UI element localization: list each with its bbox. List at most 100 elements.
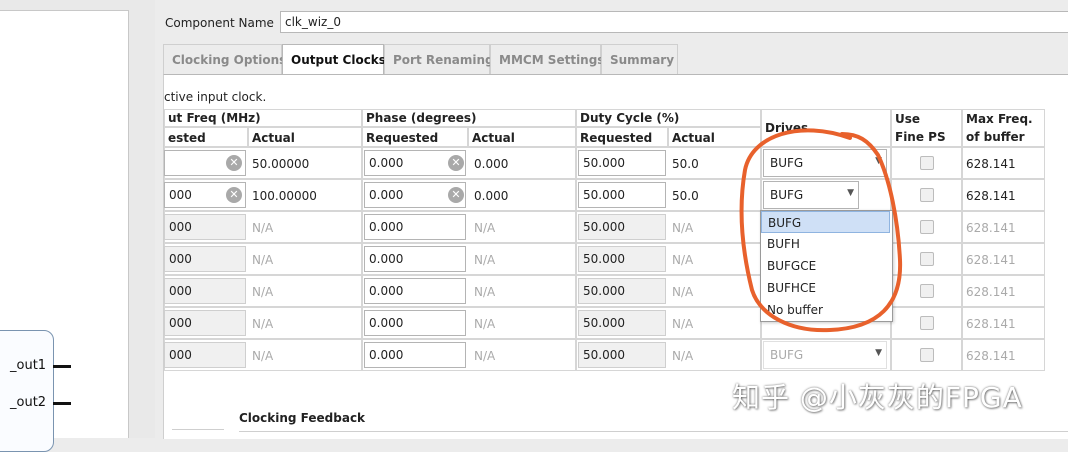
phase-actual-value: N/A — [474, 349, 496, 363]
tab-port-renaming[interactable]: Port Renaming — [384, 44, 494, 74]
use-fine-ps-checkbox[interactable] — [920, 188, 934, 202]
duty-actual-value: N/A — [672, 221, 694, 235]
duty-actual-value: N/A — [672, 317, 694, 331]
duty-actual-value: N/A — [672, 349, 694, 363]
freq-requested-input[interactable]: 000 — [164, 342, 246, 368]
dropdown-option-bufg[interactable]: BUFG — [761, 211, 890, 233]
header-of-buffer: of buffer — [966, 130, 1025, 144]
header-max-freq: Max Freq. — [966, 112, 1033, 126]
drives-select-value: BUFG — [770, 348, 804, 362]
drives-dropdown-list[interactable]: BUFG BUFH BUFGCE BUFHCE No buffer — [760, 210, 893, 322]
freq-actual-value: N/A — [252, 285, 274, 299]
use-fine-ps-checkbox[interactable] — [920, 284, 934, 298]
header-out-freq: ut Freq (MHz) — [168, 111, 261, 125]
dropdown-option-bufhce[interactable]: BUFHCE — [761, 277, 890, 299]
use-fine-ps-checkbox[interactable] — [920, 316, 934, 330]
dropdown-arrow-icon[interactable]: ▼ — [847, 188, 854, 198]
info-note: ctive input clock. — [164, 90, 267, 104]
header-use: Use — [895, 112, 921, 126]
dropdown-option-bufgce[interactable]: BUFGCE — [761, 255, 890, 277]
watermark-text: 知乎 @小灰灰的FPGA — [732, 381, 1023, 414]
subheader-phase-requested: Requested — [366, 131, 439, 145]
port-line-out1 — [53, 365, 71, 368]
clear-icon[interactable]: ✕ — [448, 155, 464, 171]
header-drives: Drives — [765, 121, 809, 135]
subheader-freq-actual: Actual — [252, 131, 295, 145]
port-label-out2: _out2 — [10, 395, 47, 410]
use-fine-ps-checkbox[interactable] — [920, 252, 934, 266]
header-phase: Phase (degrees) — [366, 111, 477, 125]
diagram-toolbar — [0, 10, 129, 42]
clocking-feedback-title: Clocking Feedback — [239, 411, 366, 425]
drives-select[interactable]: BUFG ▼ — [763, 341, 887, 369]
duty-requested-input[interactable]: 50.000 — [578, 278, 666, 304]
freq-requested-input[interactable]: 000 — [164, 278, 246, 304]
tab-clocking-options[interactable]: Clocking Options — [163, 44, 286, 74]
tab-mmcm-settings[interactable]: MMCM Settings — [490, 44, 604, 74]
subheader-duty-actual: Actual — [672, 131, 715, 145]
clear-icon[interactable]: ✕ — [448, 187, 464, 203]
tab-summary[interactable]: Summary — [601, 44, 678, 74]
tab-output-clocks[interactable]: Output Clocks — [282, 44, 386, 75]
component-name-input[interactable]: clk_wiz_0 — [280, 11, 1068, 33]
max-freq-value: 628.141 — [966, 253, 1016, 267]
freq-actual-value: 100.00000 — [252, 189, 317, 203]
duty-actual-value: 50.0 — [672, 189, 699, 203]
section-divider — [172, 429, 224, 430]
section-divider — [239, 431, 1068, 432]
duty-actual-value: 50.0 — [672, 157, 699, 171]
dropdown-arrow-icon[interactable]: ▼ — [875, 348, 882, 358]
clock-wizard-block[interactable] — [0, 330, 54, 452]
max-freq-value: 628.141 — [966, 285, 1016, 299]
duty-requested-input[interactable]: 50.000 — [578, 150, 666, 176]
freq-actual-value: 50.00000 — [252, 157, 310, 171]
subheader-phase-actual: Actual — [472, 131, 515, 145]
freq-requested-input[interactable]: 000 — [164, 310, 246, 336]
duty-requested-input[interactable]: 50.000 — [578, 246, 666, 272]
diagram-panel: _out1 _out2 — [0, 0, 155, 452]
phase-actual-value: N/A — [474, 221, 496, 235]
phase-requested-input[interactable]: 0.000 — [364, 342, 466, 368]
freq-actual-value: N/A — [252, 253, 274, 267]
clear-icon[interactable]: ✕ — [226, 155, 242, 171]
port-label-out1: _out1 — [10, 358, 47, 373]
drives-select-value: BUFG — [770, 188, 804, 202]
duty-requested-input[interactable]: 50.000 — [578, 310, 666, 336]
phase-requested-input[interactable]: 0.000 — [364, 310, 466, 336]
duty-requested-input[interactable]: 50.000 — [578, 342, 666, 368]
phase-actual-value: N/A — [474, 253, 496, 267]
phase-requested-input[interactable]: 0.000 — [364, 278, 466, 304]
phase-actual-value: N/A — [474, 317, 496, 331]
freq-requested-input[interactable]: 000 — [164, 246, 246, 272]
phase-actual-value: 0.000 — [474, 189, 509, 203]
header-fine-ps: Fine PS — [895, 130, 946, 144]
subheader-freq-requested: ested — [168, 131, 206, 145]
tab-bar: Clocking Options Output Clocks Port Rena… — [163, 44, 1068, 75]
phase-actual-value: 0.000 — [474, 157, 509, 171]
subheader-duty-requested: Requested — [580, 131, 653, 145]
max-freq-value: 628.141 — [966, 349, 1016, 363]
duty-actual-value: N/A — [672, 285, 694, 299]
component-name-label: Component Name — [165, 16, 274, 30]
phase-requested-input[interactable]: 0.000 — [364, 246, 466, 272]
drives-select[interactable]: BUFG ▼ — [763, 149, 887, 177]
max-freq-value: 628.141 — [966, 189, 1016, 203]
dropdown-option-bufh[interactable]: BUFH — [761, 233, 890, 255]
use-fine-ps-checkbox[interactable] — [920, 156, 934, 170]
max-freq-value: 628.141 — [966, 317, 1016, 331]
use-fine-ps-checkbox[interactable] — [920, 348, 934, 362]
dropdown-option-no-buffer[interactable]: No buffer — [761, 299, 890, 321]
wizard-panel: Component Name clk_wiz_0 Clocking Option… — [155, 0, 1068, 439]
phase-requested-input[interactable]: 0.000 — [364, 214, 466, 240]
duty-requested-input[interactable]: 50.000 — [578, 214, 666, 240]
header-duty: Duty Cycle (%) — [580, 111, 680, 125]
drives-select-value: BUFG — [770, 156, 804, 170]
dropdown-arrow-icon[interactable]: ▼ — [875, 156, 882, 166]
drives-select[interactable]: BUFG ▼ — [763, 181, 859, 209]
duty-requested-input[interactable]: 50.000 — [578, 182, 666, 208]
freq-actual-value: N/A — [252, 317, 274, 331]
freq-requested-input[interactable]: 000 — [164, 214, 246, 240]
phase-actual-value: N/A — [474, 285, 496, 299]
use-fine-ps-checkbox[interactable] — [920, 220, 934, 234]
clear-icon[interactable]: ✕ — [226, 187, 242, 203]
